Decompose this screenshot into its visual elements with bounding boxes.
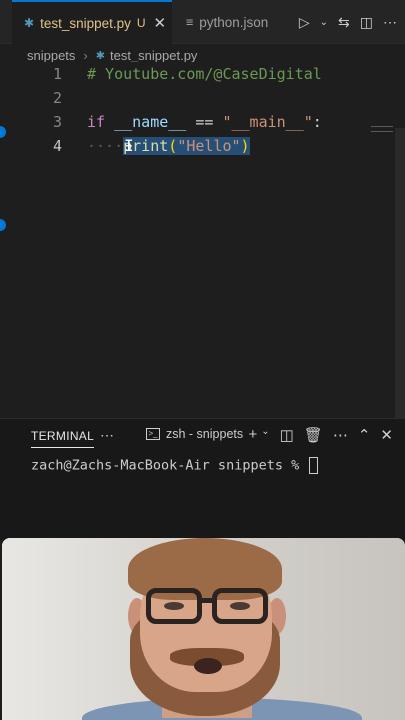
- terminal-cursor: [309, 457, 319, 474]
- editor-scrollbar[interactable]: [395, 128, 405, 418]
- tab-python-json[interactable]: ≡ python.json: [176, 0, 286, 44]
- editor-tab-bar: ✱ test_snippet.py U ✕ ≡ python.json ▷ ⌄ …: [0, 0, 405, 44]
- more-icon[interactable]: ⋯: [333, 426, 348, 444]
- line-number: 2: [52, 89, 62, 107]
- split-editor-icon[interactable]: ◫: [360, 14, 373, 31]
- editor-actions: ▷ ⌄ ⇆ ◫ ⋯: [299, 0, 397, 44]
- text-cursor-icon: Ɨ: [124, 136, 134, 155]
- chevron-right-icon: ›: [83, 47, 88, 63]
- minimap[interactable]: [371, 126, 393, 132]
- terminal-prompt[interactable]: zach@Zachs-MacBook-Air snippets %: [31, 457, 319, 474]
- code-text: ····print("Hello"): [87, 137, 250, 155]
- breadcrumb-folder[interactable]: snippets: [27, 48, 75, 63]
- line-number: 3: [52, 113, 62, 131]
- terminal-selector[interactable]: >_ zsh - snippets: [146, 427, 243, 441]
- trash-icon[interactable]: 🗑: [304, 426, 323, 444]
- terminal-panel: TERMINAL ⋯ >_ zsh - snippets + ⌄ ◫ 🗑 ⋯ ⌃…: [0, 418, 405, 540]
- python-file-icon: ✱: [24, 16, 35, 30]
- glasses-lens: [146, 588, 202, 624]
- tab-terminal[interactable]: TERMINAL: [31, 429, 95, 448]
- person-mouth: [194, 658, 222, 674]
- split-terminal-icon[interactable]: ◫: [280, 426, 294, 444]
- add-terminal-icon[interactable]: +: [248, 426, 257, 444]
- python-file-icon: ✱: [95, 49, 105, 62]
- glasses-lens: [212, 588, 268, 624]
- close-icon[interactable]: ✕: [380, 426, 393, 444]
- chevron-down-icon[interactable]: ⌄: [261, 426, 269, 444]
- run-icon[interactable]: ▷: [299, 14, 310, 31]
- panel-header: TERMINAL ⋯ >_ zsh - snippets + ⌄ ◫ 🗑 ⋯ ⌃…: [0, 419, 405, 455]
- code-line: 2: [0, 86, 400, 110]
- breadcrumb-file[interactable]: test_snippet.py: [110, 48, 197, 63]
- line-number: 1: [52, 65, 62, 83]
- code-line-active: 4 ····print("Hello") Ɨ: [0, 134, 400, 158]
- code-text: if __name__ == "__main__":: [87, 113, 322, 131]
- more-actions-icon[interactable]: ⋯: [383, 14, 397, 31]
- compare-changes-icon[interactable]: ⇆: [338, 14, 350, 31]
- terminal-name: zsh - snippets: [166, 427, 244, 441]
- code-editor[interactable]: 1 # Youtube.com/@CaseDigital 2 3 if __na…: [0, 62, 405, 418]
- code-line: 1 # Youtube.com/@CaseDigital: [0, 62, 400, 86]
- json-file-icon: ≡: [186, 15, 194, 29]
- chevron-down-icon[interactable]: ⌄: [320, 17, 328, 28]
- more-icon[interactable]: ⋯: [100, 427, 114, 444]
- code-line: 3 if __name__ == "__main__":: [0, 110, 400, 134]
- tab-label: python.json: [199, 14, 269, 30]
- maximize-panel-icon[interactable]: ⌃: [358, 426, 371, 444]
- gutter-indicator: [0, 219, 6, 231]
- line-number: 4: [52, 137, 62, 155]
- webcam-overlay: [2, 538, 405, 720]
- code-comment: # Youtube.com/@CaseDigital: [87, 65, 322, 83]
- glasses-bridge: [200, 598, 214, 603]
- close-icon[interactable]: ✕: [154, 14, 167, 32]
- untracked-badge: U: [136, 16, 146, 30]
- terminal-icon: >_: [146, 428, 160, 440]
- panel-actions: + ⌄ ◫ 🗑 ⋯ ⌃ ✕: [248, 426, 393, 444]
- tab-test-snippet[interactable]: ✱ test_snippet.py U ✕: [12, 0, 172, 44]
- tab-label: test_snippet.py: [40, 15, 131, 31]
